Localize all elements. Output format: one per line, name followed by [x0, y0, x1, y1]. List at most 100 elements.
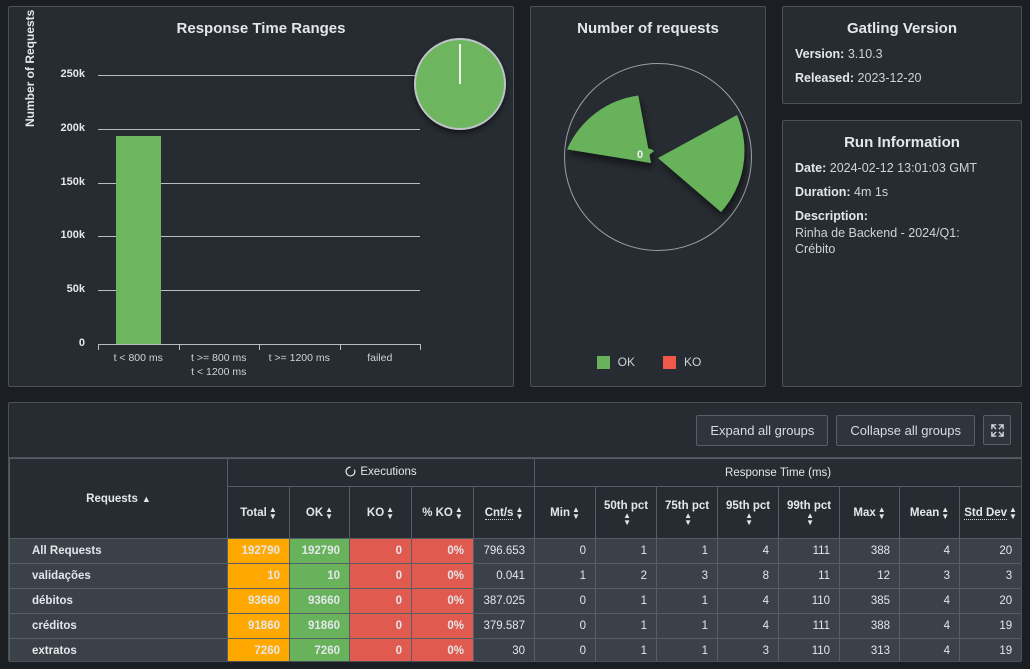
- request-name-cell[interactable]: créditos: [9, 613, 228, 639]
- fullscreen-button[interactable]: [983, 415, 1011, 445]
- request-name-cell[interactable]: validações: [9, 563, 228, 589]
- cell-p75: 1: [656, 588, 719, 614]
- cell-cnts: 30: [472, 638, 536, 661]
- cell-stddev: 20: [959, 538, 1021, 564]
- column-header-total[interactable]: Total ▲ ▼: [227, 486, 290, 539]
- cell-p95: 8: [717, 563, 780, 589]
- pie-slice-debitos: [658, 115, 745, 212]
- column-header-mean[interactable]: Mean ▲ ▼: [899, 486, 961, 539]
- column-header-min[interactable]: Min ▲ ▼: [534, 486, 597, 539]
- cell-p50: 1: [595, 613, 658, 639]
- cell-ko: 0: [349, 613, 412, 639]
- statistics-table: Requests ▲ Executions Response Time (ms) …: [9, 458, 1021, 661]
- column-header-p95[interactable]: 95th pct▲ ▼: [717, 486, 780, 539]
- cell-max: 385: [839, 588, 901, 614]
- sort-arrows-icon[interactable]: ▲ ▼: [1009, 505, 1017, 520]
- table-row[interactable]: créditos 91860 91860 0 0% 379.587 0 1 1 4 111 388 4 1…: [9, 613, 1021, 639]
- cell-p50: 1: [595, 538, 658, 564]
- column-header-label: Total: [240, 506, 267, 519]
- sort-arrows-icon[interactable]: ▲ ▼: [386, 505, 394, 520]
- cell-min: 0: [534, 538, 597, 564]
- sort-arrows-icon[interactable]: ▲ ▼: [269, 505, 277, 520]
- sort-arrows-icon[interactable]: ▲ ▼: [684, 511, 692, 526]
- requests-sort-caret-icon: ▲: [141, 493, 151, 504]
- x-axis-separator: [259, 344, 260, 350]
- gatling-version-title: Gatling Version: [846, 20, 958, 37]
- table-toolbar: Expand all groups Collapse all groups: [9, 403, 1021, 458]
- cell-p99: 11: [778, 563, 841, 589]
- request-name-cell[interactable]: débitos: [9, 588, 228, 614]
- column-header-stddev[interactable]: Std Dev ▲ ▼: [959, 486, 1021, 539]
- cell-cnts: 387.025: [472, 588, 536, 614]
- cell-total: 91860: [227, 613, 290, 639]
- version-value: 3.10.3: [847, 47, 883, 61]
- run-description-label: Description:: [795, 209, 868, 223]
- column-header-label: 99th pct: [787, 499, 832, 512]
- sort-arrows-icon[interactable]: ▲ ▼: [515, 505, 523, 520]
- cell-p75: 3: [656, 563, 719, 589]
- cell-ko: 0: [349, 588, 412, 614]
- cell-p75: 1: [656, 638, 719, 661]
- table-row[interactable]: débitos 93660 93660 0 0% 387.025 0 1 1 4 110 385 4 20: [9, 588, 1021, 614]
- legend-item-ok[interactable]: OK: [596, 355, 635, 369]
- cell-stddev: 3: [959, 563, 1021, 589]
- cell-total: 10: [227, 563, 290, 589]
- sort-arrows-icon[interactable]: ▲ ▼: [878, 505, 886, 520]
- run-duration-row: Duration: 4m 1s: [795, 185, 1021, 199]
- column-header-p99[interactable]: 99th pct▲ ▼: [778, 486, 841, 539]
- cell-p99: 110: [778, 588, 841, 614]
- legend-item-ko[interactable]: KO: [663, 355, 701, 369]
- cell-total: 93660: [227, 588, 290, 614]
- column-header-label: 75th pct: [665, 499, 710, 512]
- x-axis-separator: [98, 344, 99, 350]
- column-header-label: OK: [305, 506, 324, 519]
- cell-p99: 110: [778, 638, 841, 661]
- cell-mean: 4: [899, 638, 961, 661]
- y-axis-tick-label: 250k: [60, 67, 85, 80]
- legend-swatch-ko: [663, 355, 676, 369]
- x-axis-tick-label: t >= 800 ms t < 1200 ms: [191, 352, 247, 378]
- y-axis-tick-label: 150k: [60, 175, 85, 188]
- cell-min: 0: [534, 588, 597, 614]
- sort-arrows-icon[interactable]: ▲ ▼: [572, 505, 580, 520]
- sort-arrows-icon[interactable]: ▲ ▼: [455, 505, 463, 520]
- requests-header-label: Requests: [86, 492, 138, 505]
- table-row[interactable]: extratos 7260 7260 0 0% 30 0 1 1 3 110 313 4 19: [9, 638, 1021, 661]
- pie-slices: [567, 95, 745, 212]
- sort-arrows-icon[interactable]: ▲ ▼: [745, 511, 753, 526]
- legend-label-ko: KO: [684, 355, 702, 369]
- request-name-cell[interactable]: All Requests: [9, 538, 228, 564]
- request-name-cell[interactable]: extratos: [9, 638, 228, 661]
- cell-cnts: 0.041: [472, 563, 536, 589]
- sort-arrows-icon[interactable]: ▲ ▼: [941, 505, 949, 520]
- cell-pko: 0%: [411, 538, 474, 564]
- requests-column-header[interactable]: Requests ▲: [9, 458, 228, 539]
- column-header-ko[interactable]: KO ▲ ▼: [349, 486, 412, 539]
- gridline: [98, 74, 420, 76]
- cell-mean: 3: [899, 563, 961, 589]
- sort-arrows-icon[interactable]: ▲ ▼: [623, 511, 631, 526]
- expand-all-groups-button[interactable]: Expand all groups: [696, 414, 829, 446]
- column-header-p50[interactable]: 50th pct▲ ▼: [595, 486, 658, 539]
- y-axis-tick-label: 100k: [60, 229, 85, 242]
- table-row[interactable]: validações 10 10 0 0% 0.041 1 2 3 8 11 12 3 3: [9, 563, 1021, 589]
- gatling-report-page: Response Time Ranges Number of Requests …: [0, 0, 1030, 669]
- collapse-all-groups-button[interactable]: Collapse all groups: [836, 414, 975, 446]
- table-row[interactable]: All Requests 192790 192790 0 0% 796.653 0 1 1 4 11…: [9, 538, 1021, 564]
- column-header-max[interactable]: Max ▲ ▼: [839, 486, 901, 539]
- pie-legend: OK KO: [551, 355, 747, 369]
- cell-max: 313: [839, 638, 901, 661]
- bar-0[interactable]: [116, 136, 162, 344]
- column-header-p75[interactable]: 75th pct▲ ▼: [656, 486, 719, 539]
- column-header-cnts[interactable]: Cnt/s ▲ ▼: [472, 486, 536, 539]
- sort-arrows-icon[interactable]: ▲ ▼: [806, 511, 814, 526]
- cell-min: 1: [534, 563, 597, 589]
- sort-arrows-icon[interactable]: ▲ ▼: [325, 505, 333, 520]
- column-header-ok[interactable]: OK ▲ ▼: [289, 486, 350, 539]
- legend-label-ok: OK: [617, 355, 635, 369]
- column-header-label: Mean: [909, 506, 940, 519]
- cell-max: 12: [839, 563, 901, 589]
- cell-p99: 111: [778, 538, 841, 564]
- column-header-pko[interactable]: % KO ▲ ▼: [411, 486, 474, 539]
- run-information-title: Run Information: [844, 134, 960, 151]
